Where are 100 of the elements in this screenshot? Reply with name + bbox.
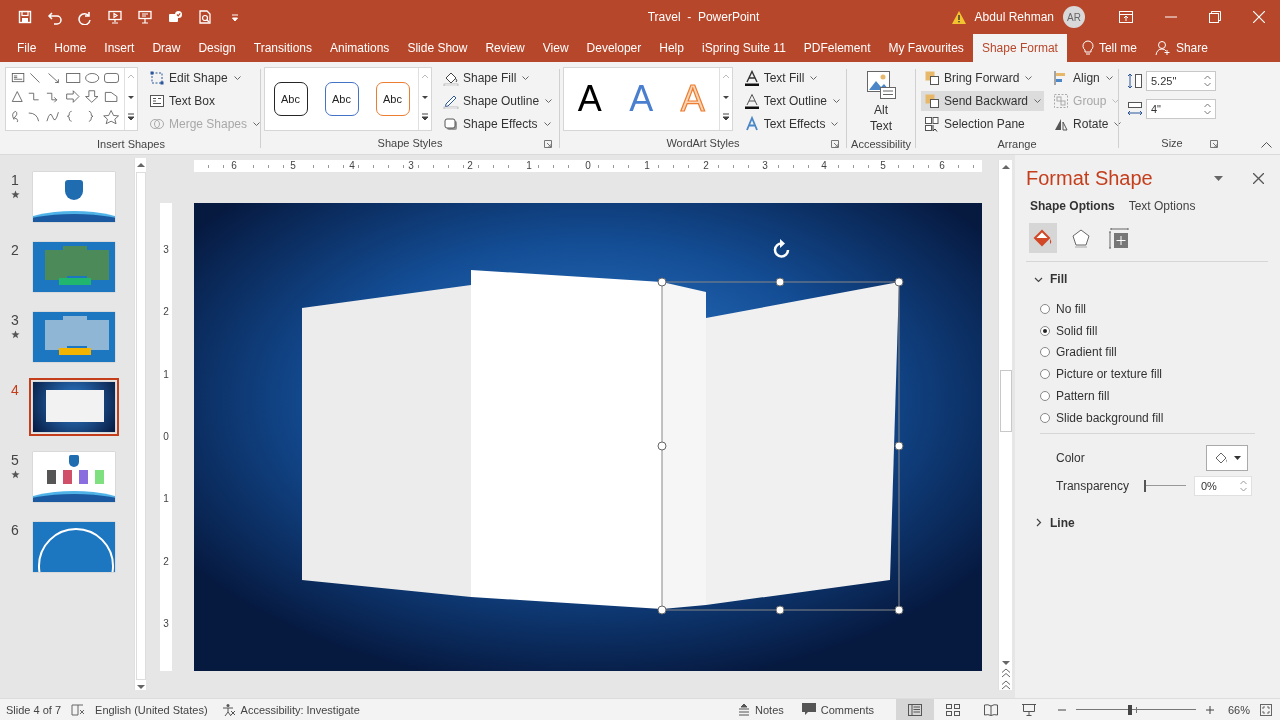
ribbon-tab[interactable]: Shape Format xyxy=(972,34,1067,62)
warning-icon[interactable] xyxy=(950,9,967,25)
line-section-header[interactable]: Line xyxy=(1026,511,1075,534)
ribbon-tab[interactable]: Animations xyxy=(321,34,399,62)
fill-section-header[interactable]: Fill xyxy=(1026,268,1068,290)
radio-button[interactable] xyxy=(1040,347,1050,358)
spelling-check-icon[interactable] xyxy=(71,702,86,717)
pane-icon-tab[interactable] xyxy=(1029,223,1057,253)
scroll-up-icon[interactable] xyxy=(136,162,145,168)
close-icon[interactable] xyxy=(1253,172,1264,184)
ribbon-display-icon[interactable] xyxy=(1119,11,1133,23)
previous-slide-icon[interactable] xyxy=(1001,668,1010,678)
ribbon-command[interactable]: Selection Pane xyxy=(921,114,1045,134)
ribbon-command[interactable]: Shape Fill xyxy=(440,68,556,88)
ribbon-command[interactable]: Text Outline xyxy=(740,91,843,111)
ribbon-tab[interactable]: Developer xyxy=(577,34,651,62)
ribbon-command[interactable]: Shape Outline xyxy=(440,91,556,111)
monitor-icon[interactable] xyxy=(137,9,153,25)
width-field[interactable]: 4" xyxy=(1146,99,1216,119)
color-picker-button[interactable] xyxy=(1206,444,1248,471)
wordart-style-preset[interactable]: A xyxy=(571,81,608,117)
fit-to-window-icon[interactable] xyxy=(1260,703,1272,716)
rotation-handle-icon[interactable] xyxy=(773,239,790,258)
scroll-up-icon[interactable] xyxy=(1001,164,1010,170)
alt-text-button[interactable]: Alt Text xyxy=(858,67,904,137)
radio-label[interactable]: Slide background fill xyxy=(1056,410,1164,425)
ribbon-tab[interactable]: View xyxy=(533,34,578,62)
ribbon-tab[interactable]: Home xyxy=(45,34,96,62)
share-button[interactable]: Share xyxy=(1145,34,1217,62)
notes-button[interactable]: Notes xyxy=(734,703,788,716)
ribbon-command[interactable]: Edit Shape xyxy=(146,68,264,88)
ribbon-tab[interactable]: Review xyxy=(476,34,534,62)
dialog-launcher-icon[interactable] xyxy=(1210,140,1218,148)
radio-button[interactable] xyxy=(1040,391,1050,402)
collapse-ribbon-icon[interactable] xyxy=(1261,142,1272,148)
shape-style-preset[interactable]: Abc xyxy=(375,82,410,116)
scroll-down-icon[interactable] xyxy=(136,684,145,690)
pane-tab[interactable]: Shape Options xyxy=(1030,197,1115,215)
height-field[interactable]: 5.25" xyxy=(1146,71,1216,91)
ribbon-command[interactable]: Bring Forward xyxy=(921,68,1045,88)
language-indicator[interactable]: English (United States) xyxy=(95,703,208,716)
save-icon[interactable] xyxy=(17,9,33,25)
shape-style-preset[interactable]: Abc xyxy=(324,82,359,116)
gallery-scroll-buttons[interactable] xyxy=(124,68,137,130)
shape-style-preset[interactable]: Abc xyxy=(273,82,308,116)
radio-label[interactable]: No fill xyxy=(1056,301,1086,316)
next-slide-icon[interactable] xyxy=(1001,680,1010,690)
redo-icon[interactable] xyxy=(77,9,93,25)
checkmark-badge-icon[interactable] xyxy=(167,9,183,25)
radio-label[interactable]: Pattern fill xyxy=(1056,389,1110,404)
ribbon-tab[interactable]: Draw xyxy=(143,34,190,62)
scroll-down-icon[interactable] xyxy=(1001,660,1010,666)
gallery-scroll-buttons[interactable] xyxy=(718,68,732,130)
print-preview-icon[interactable] xyxy=(197,9,213,25)
ribbon-tab[interactable]: My Favourites xyxy=(879,34,973,62)
ribbon-tab[interactable]: Help xyxy=(650,34,693,62)
ribbon-command[interactable]: Send Backward xyxy=(921,91,1045,111)
ribbon-command[interactable]: Text Box xyxy=(146,91,264,111)
scrollbar-thumb[interactable] xyxy=(999,370,1012,432)
radio-label[interactable]: Solid fill xyxy=(1056,323,1098,338)
ribbon-tab[interactable]: Design xyxy=(189,34,245,62)
zoom-slider-thumb[interactable] xyxy=(1127,704,1132,715)
accessibility-button[interactable]: Accessibility: Investigate xyxy=(217,702,364,717)
gallery-scroll-buttons[interactable] xyxy=(418,68,431,130)
tell-me-button[interactable]: Tell me xyxy=(1072,34,1146,62)
ribbon-tab[interactable]: Insert xyxy=(95,34,144,62)
radio-button[interactable] xyxy=(1040,369,1050,380)
view-button[interactable] xyxy=(895,699,934,720)
ribbon-command[interactable]: Text Fill xyxy=(740,68,843,88)
pane-tab[interactable]: Text Options xyxy=(1128,197,1196,215)
ribbon-tab[interactable]: iSpring Suite 11 xyxy=(692,34,795,62)
radio-label[interactable]: Gradient fill xyxy=(1056,345,1117,360)
ribbon-tab[interactable]: Transitions xyxy=(244,34,321,62)
radio-button[interactable] xyxy=(1040,325,1050,336)
transparency-field[interactable]: 0% xyxy=(1194,475,1252,496)
ribbon-command[interactable]: Align xyxy=(1050,68,1125,88)
shapes-gallery[interactable] xyxy=(5,67,138,131)
zoom-in-icon[interactable] xyxy=(1205,705,1214,714)
zoom-level[interactable]: 66% xyxy=(1227,703,1250,716)
undo-icon[interactable] xyxy=(47,9,63,25)
ribbon-command[interactable]: Shape Effects xyxy=(440,114,556,134)
user-avatar[interactable]: AR xyxy=(1063,6,1085,28)
ribbon-tab[interactable]: File xyxy=(8,34,46,62)
wordart-style-preset[interactable]: A xyxy=(623,81,660,117)
scrollbar[interactable] xyxy=(998,160,1012,690)
ribbon-command[interactable]: Rotate xyxy=(1050,114,1125,134)
radio-label[interactable]: Picture or texture fill xyxy=(1056,367,1163,382)
user-name[interactable]: Abdul Rehman xyxy=(974,10,1054,24)
ribbon-command[interactable]: Text Effects xyxy=(740,114,843,134)
dialog-launcher-icon[interactable] xyxy=(831,140,839,148)
restore-icon[interactable] xyxy=(1209,11,1221,23)
slide-thumbnail[interactable] xyxy=(29,378,119,436)
dialog-launcher-icon[interactable] xyxy=(544,140,552,148)
radio-button[interactable] xyxy=(1040,303,1050,314)
radio-button[interactable] xyxy=(1040,412,1050,423)
comments-button[interactable]: Comments xyxy=(797,703,878,716)
selection-frame[interactable] xyxy=(657,277,904,615)
slide-counter[interactable]: Slide 4 of 7 xyxy=(6,703,62,716)
ribbon-tab[interactable]: Slide Show xyxy=(398,34,477,62)
presentation-icon[interactable] xyxy=(107,9,123,25)
